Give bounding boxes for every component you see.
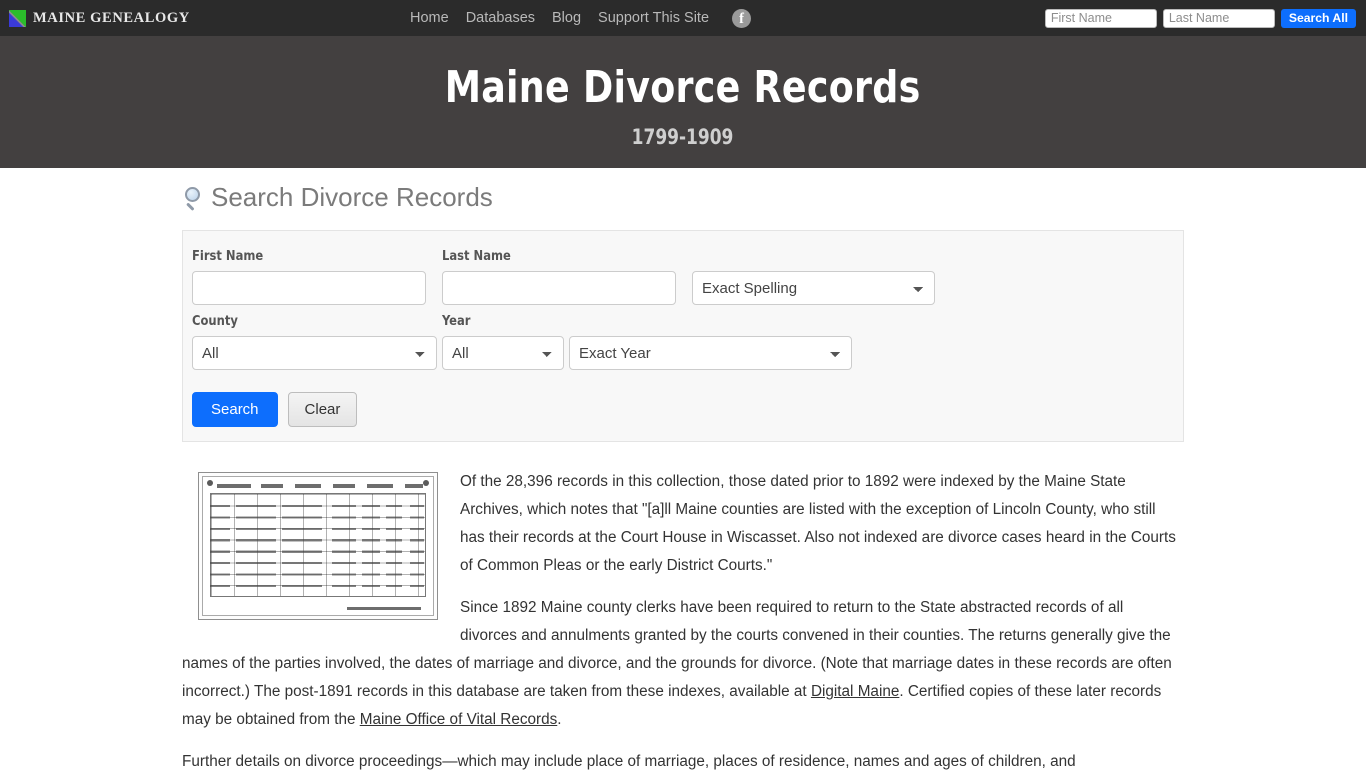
page-title: Maine Divorce Records <box>445 61 921 113</box>
punch-hole-left-icon <box>207 480 213 486</box>
magnifying-glass-icon <box>183 185 209 211</box>
digital-maine-link[interactable]: Digital Maine <box>811 683 899 700</box>
maine-office-vital-records-link[interactable]: Maine Office of Vital Records <box>360 711 558 728</box>
punch-hole-right-icon <box>423 480 429 486</box>
top-navigation-bar: MAINE GENEALOGY Home Databases Blog Supp… <box>0 0 1366 36</box>
form-row-county-year: County All Year All Exact Year <box>192 313 1174 370</box>
year-field: Year All <box>442 313 564 370</box>
record-thumbnail-inner <box>202 476 434 616</box>
first-name-label: First Name <box>192 248 264 264</box>
spelling-field: Exact Spelling <box>692 271 935 305</box>
spelling-select[interactable]: Exact Spelling <box>692 271 935 305</box>
search-section-heading-label: Search Divorce Records <box>211 182 493 212</box>
primary-nav-links: Home Databases Blog Support This Site f <box>410 0 752 36</box>
form-row-names: First Name Last Name Exact Spelling <box>192 248 1174 305</box>
page-banner: Maine Divorce Records 1799-1909 <box>0 36 1366 168</box>
facebook-icon[interactable]: f <box>732 8 752 28</box>
main-content: Search Divorce Records First Name Last N… <box>182 168 1184 776</box>
year-select[interactable]: All <box>442 336 564 370</box>
first-name-input[interactable] <box>192 271 426 305</box>
nav-link-home[interactable]: Home <box>410 10 449 26</box>
county-label: County <box>192 313 238 329</box>
divorce-search-form: First Name Last Name Exact Spelling Coun… <box>182 230 1184 442</box>
brand-title: MAINE GENEALOGY <box>33 9 190 26</box>
year-label: Year <box>442 313 471 329</box>
nav-link-support-this-site[interactable]: Support This Site <box>598 10 709 26</box>
global-first-name-input[interactable] <box>1044 8 1157 28</box>
ledger-handwriting <box>210 505 426 595</box>
last-name-label: Last Name <box>442 248 511 264</box>
search-section-heading: Search Divorce Records <box>182 182 1184 213</box>
clear-button[interactable]: Clear <box>287 392 358 427</box>
search-button[interactable]: Search <box>192 392 278 427</box>
year-match-field: Exact Year <box>569 336 852 370</box>
last-name-input[interactable] <box>442 271 676 305</box>
nav-link-blog[interactable]: Blog <box>552 10 581 26</box>
year-match-select[interactable]: Exact Year <box>569 336 852 370</box>
site-brand-link[interactable]: MAINE GENEALOGY <box>0 9 190 27</box>
facebook-glyph: f <box>739 10 744 27</box>
first-name-field: First Name <box>192 248 426 305</box>
global-search-group: Search All <box>1044 0 1356 36</box>
nav-link-databases[interactable]: Databases <box>466 10 535 26</box>
paragraph-three: Further details on divorce proceedings—w… <box>182 753 1076 770</box>
county-select[interactable]: All <box>192 336 437 370</box>
record-thumbnail-image[interactable] <box>198 472 438 620</box>
search-all-button[interactable]: Search All <box>1280 8 1356 28</box>
last-name-field: Last Name <box>442 248 676 305</box>
paragraph-two-text-c: . <box>557 711 562 728</box>
collection-description: Of the 28,396 records in this collection… <box>182 468 1184 776</box>
ledger-header-line <box>217 484 423 488</box>
ledger-footer-line <box>347 607 421 610</box>
page-subtitle: 1799-1909 <box>632 124 734 149</box>
global-last-name-input[interactable] <box>1162 8 1275 28</box>
form-actions: Search Clear <box>192 378 1174 427</box>
county-field: County All <box>192 313 437 370</box>
maine-genealogy-logo-icon <box>9 9 26 27</box>
